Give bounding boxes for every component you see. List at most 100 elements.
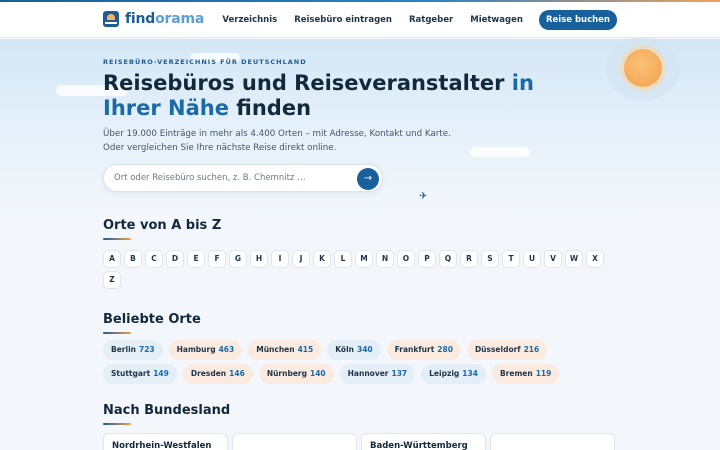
city-count: 149	[153, 369, 169, 378]
section-title-az: Orte von A bis Z	[103, 218, 222, 233]
title-part1: Reisebüros und Reiseveranstalter	[103, 71, 512, 95]
letter-link[interactable]: Q	[439, 250, 457, 268]
city-count: 137	[391, 369, 408, 378]
city-chip[interactable]: Dresden 146	[182, 364, 253, 384]
letter-link[interactable]: Z	[103, 271, 121, 289]
letter-link[interactable]: P	[418, 250, 436, 268]
state-card[interactable]: Nordrhein-Westfalen	[103, 433, 228, 450]
city-name: Stuttgart	[111, 369, 151, 378]
plane-icon: ✈	[419, 191, 428, 202]
city-name: München	[256, 345, 295, 354]
letter-link[interactable]: B	[124, 250, 142, 268]
letter-link[interactable]: N	[376, 250, 394, 268]
city-count: 415	[297, 345, 314, 354]
letter-link[interactable]: H	[250, 250, 268, 268]
city-name: Köln	[335, 345, 354, 354]
city-chip[interactable]: München 415	[248, 340, 322, 360]
letter-link[interactable]: R	[460, 250, 478, 268]
city-chip[interactable]: Nürnberg 140	[258, 364, 334, 384]
state-card[interactable]: Baden-Württemberg	[361, 433, 486, 450]
letter-link[interactable]: I	[271, 250, 289, 268]
title-underline	[103, 332, 131, 334]
city-chip[interactable]: Hannover 137	[339, 364, 416, 384]
letter-link[interactable]: M	[355, 250, 373, 268]
cloud-decoration	[470, 147, 530, 157]
nav-link-ratgeber[interactable]: Ratgeber	[409, 15, 453, 25]
letter-link[interactable]: L	[334, 250, 352, 268]
letter-index: ABCDEFGHIJKLMNOPQRSTUVWX Z	[103, 250, 623, 292]
city-count: 119	[535, 369, 552, 378]
letter-link[interactable]: X	[586, 250, 604, 268]
city-name: Bremen	[499, 369, 533, 378]
city-chip[interactable]: Hamburg 463	[168, 340, 243, 360]
nav-link-mietwagen[interactable]: Mietwagen	[470, 15, 523, 25]
city-name: Nürnberg	[266, 369, 307, 378]
city-count: 216	[523, 345, 540, 354]
state-card[interactable]	[232, 433, 357, 450]
city-name: Dresden	[190, 369, 227, 378]
city-chip[interactable]: Leipzig 134	[421, 364, 486, 384]
letter-link[interactable]: F	[208, 250, 226, 268]
city-count: 140	[310, 369, 326, 378]
city-count: 146	[229, 369, 245, 378]
letter-link[interactable]: E	[187, 250, 205, 268]
state-cards: Nordrhein-Westfalen Baden-Württemberg	[103, 433, 619, 450]
city-chip[interactable]: Bremen 119	[491, 364, 560, 384]
city-chip[interactable]: Stuttgart 149	[103, 364, 177, 384]
city-count: 340	[357, 345, 373, 354]
page-title: Reisebüros und Reiseveranstalter in Ihre…	[103, 71, 583, 121]
section-title-states: Nach Bundesland	[103, 403, 231, 418]
city-name: Hamburg	[176, 345, 216, 354]
brand-name: findorama	[125, 11, 204, 27]
city-chip[interactable]: Düsseldorf 216	[466, 340, 548, 360]
letter-link[interactable]: V	[544, 250, 562, 268]
letter-link[interactable]: U	[523, 250, 541, 268]
search-submit-button[interactable]: →	[357, 168, 379, 190]
subtitle-line1: Über 19.000 Einträge in mehr als 4.400 O…	[103, 129, 451, 139]
search-input[interactable]: Ort oder Reisebüro suchen, z. B. Chemnit…	[114, 173, 306, 183]
site-header: findorama Verzeichnis Reisebüro eintrage…	[0, 2, 720, 38]
title-underline	[103, 423, 131, 425]
letter-link[interactable]: T	[502, 250, 520, 268]
letter-link[interactable]: C	[145, 250, 163, 268]
letter-link[interactable]: K	[313, 250, 331, 268]
city-name: Leipzig	[429, 369, 460, 378]
nav-link-verzeichnis[interactable]: Verzeichnis	[222, 15, 277, 25]
city-count: 134	[462, 369, 478, 378]
main-nav: Verzeichnis Reisebüro eintragen Ratgeber…	[205, 10, 617, 30]
title-part2: finden	[228, 96, 312, 120]
city-name: Frankfurt	[394, 345, 435, 354]
letter-link[interactable]: S	[481, 250, 499, 268]
letter-link[interactable]: A	[103, 250, 121, 268]
city-chip[interactable]: Berlin 723	[103, 340, 163, 360]
city-name: Hannover	[347, 369, 389, 378]
city-name: Düsseldorf	[474, 345, 521, 354]
popular-cities: Berlin 723 Hamburg 463 München 415 Köln 340 Fran…	[103, 340, 603, 388]
letter-link[interactable]: G	[229, 250, 247, 268]
letter-link[interactable]: D	[166, 250, 184, 268]
state-name: Baden-Württemberg	[370, 441, 468, 450]
search-bar: Ort oder Reisebüro suchen, z. B. Chemnit…	[103, 164, 383, 192]
city-count: 723	[138, 345, 155, 354]
hero-subtitle: Über 19.000 Einträge in mehr als 4.400 O…	[103, 127, 451, 155]
brand-part2: orama	[155, 11, 205, 27]
reise-buchen-button[interactable]: Reise buchen	[538, 10, 617, 30]
title-underline	[103, 238, 131, 240]
state-name: Nordrhein-Westfalen	[112, 441, 212, 450]
section-title-popular: Beliebte Orte	[103, 312, 201, 327]
city-chip[interactable]: Frankfurt 280	[386, 340, 461, 360]
letter-link[interactable]: W	[565, 250, 583, 268]
city-count: 280	[437, 345, 453, 354]
letter-link[interactable]: O	[397, 250, 415, 268]
nav-link-reisebuero-eintragen[interactable]: Reisebüro eintragen	[294, 15, 392, 25]
brand-part1: find	[125, 11, 156, 27]
city-chip[interactable]: Köln 340	[327, 340, 381, 360]
logo-icon	[103, 11, 119, 27]
letter-link[interactable]: J	[292, 250, 310, 268]
sun-icon	[624, 49, 662, 87]
city-name: Berlin	[111, 345, 136, 354]
state-card[interactable]	[490, 433, 615, 450]
eyebrow: Reisebüro-Verzeichnis für Deutschland	[103, 58, 307, 66]
city-count: 463	[218, 345, 235, 354]
logo[interactable]: findorama	[103, 11, 204, 27]
